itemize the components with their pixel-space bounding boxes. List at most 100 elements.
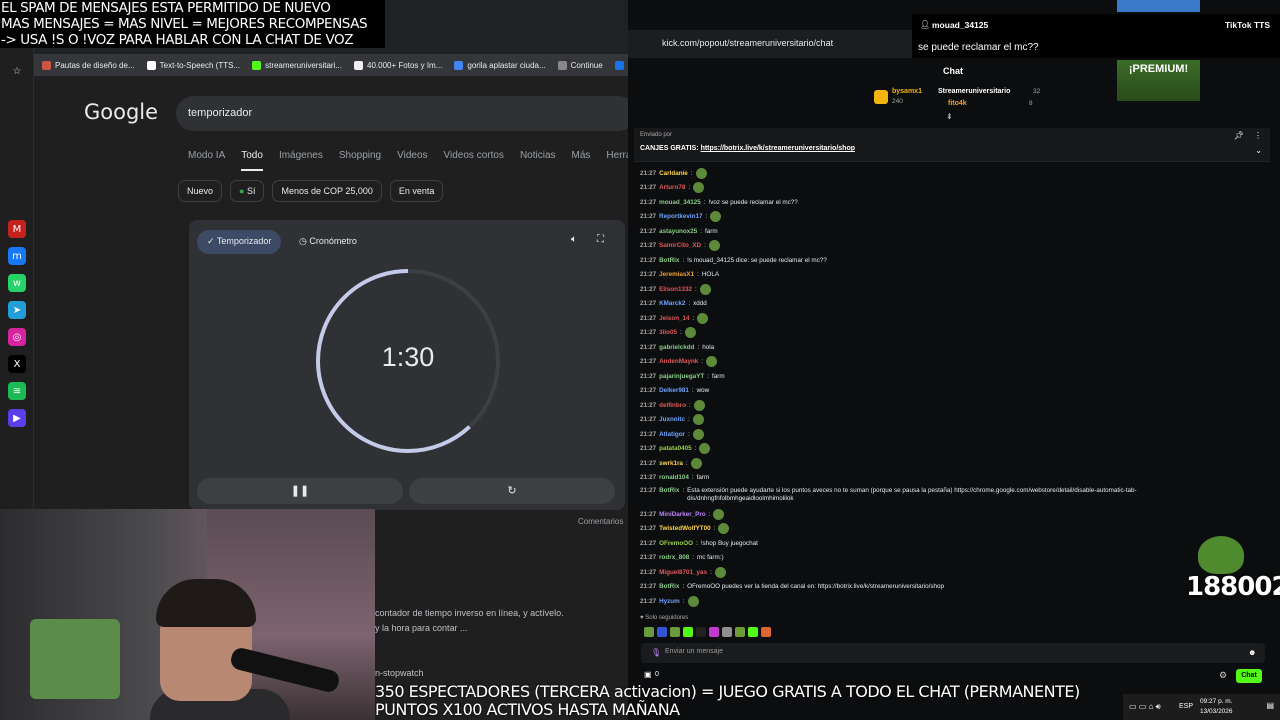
leader-name[interactable]: fito4k [948, 100, 967, 107]
tab-all[interactable]: Todo [241, 150, 263, 171]
search-input[interactable]: temporizador [176, 96, 636, 131]
chat-message[interactable]: 21:27 JeremiasX1: HOLA [640, 268, 1230, 283]
chat-message[interactable]: 21:27 KMarck2: xddd [640, 297, 1230, 312]
tab-short-videos[interactable]: Videos cortos [444, 150, 504, 171]
message-user[interactable]: rodrx_808 [659, 554, 689, 561]
bookmark[interactable]: Text-to-Speech (TTS... [146, 60, 240, 70]
message-user[interactable]: TwistedWolfYT00 [659, 525, 711, 532]
telegram-icon[interactable]: ➤ [8, 301, 26, 319]
chat-message[interactable]: 21:27 TwistedWolfYT00: [640, 522, 1230, 537]
chat-message[interactable]: 21:27 MiniDarker_Pro: [640, 507, 1230, 522]
pause-button[interactable]: ❚❚ [197, 478, 403, 504]
star-icon[interactable]: ☆ [8, 62, 26, 80]
chat-message[interactable]: 21:27 ronald104: farm [640, 471, 1230, 486]
chat-message[interactable]: 21:27 Carldanie: [640, 166, 1230, 181]
tab-ai-mode[interactable]: Modo IA [188, 150, 225, 171]
pinned-link[interactable]: https://botrix.live/k/streameruniversita… [701, 145, 855, 152]
reset-button[interactable]: ↻ [409, 478, 615, 504]
emoji-icon[interactable]: ☻ [1248, 648, 1256, 657]
language-indicator[interactable]: ESP [1179, 703, 1193, 710]
chip-price[interactable]: Menos de COP 25,000 [272, 180, 382, 202]
message-user[interactable]: MiniDarker_Pro [659, 511, 706, 518]
sound-icon[interactable]: 🔈︎ [571, 234, 577, 245]
emote[interactable] [709, 627, 719, 637]
tab-images[interactable]: Imágenes [279, 150, 323, 171]
spotify-icon[interactable]: ≋ [8, 382, 26, 400]
bookmark[interactable]: g_10 [614, 60, 628, 70]
emote[interactable] [722, 627, 732, 637]
chat-message[interactable]: 21:27 Atlatigor: [640, 427, 1230, 442]
emote[interactable] [696, 627, 706, 637]
message-user[interactable]: JeremiasX1 [659, 271, 694, 278]
chat-message[interactable]: 21:27 SamirCito_XD: [640, 239, 1230, 254]
bookmark[interactable]: Continue [557, 60, 603, 70]
message-user[interactable]: Jeison_14 [659, 315, 689, 322]
chat-message[interactable]: 21:27 BotRix: OFremoOO puedes ver la tiend… [640, 580, 1230, 595]
message-user[interactable]: Deiker981 [659, 387, 689, 394]
message-user[interactable]: swrk1ra [659, 460, 683, 467]
instagram-icon[interactable]: ◎ [8, 328, 26, 346]
message-user[interactable]: Reportkevin17 [659, 213, 702, 220]
message-user[interactable]: 3ilo05 [659, 329, 677, 336]
message-user[interactable]: astayunox25 [659, 228, 697, 235]
emote[interactable] [761, 627, 771, 637]
tab-shopping[interactable]: Shopping [339, 150, 381, 171]
message-user[interactable]: Elison1332 [659, 286, 692, 293]
message-user[interactable]: Atlatigor [659, 431, 685, 438]
send-chat-button[interactable]: Chat [1236, 669, 1262, 683]
more-icon[interactable]: ⋮ [1254, 131, 1262, 140]
tab-news[interactable]: Noticias [520, 150, 556, 171]
url-text[interactable]: kick.com/popout/streameruniversitario/ch… [662, 38, 833, 48]
message-user[interactable]: pajarinjuegaYT [659, 373, 704, 380]
result-url[interactable]: n-stopwatch [375, 666, 628, 681]
chevron-down-icon[interactable]: ⌄ [1255, 146, 1262, 155]
messenger-icon[interactable]: m [8, 247, 26, 265]
emote[interactable] [644, 627, 654, 637]
bookmark[interactable]: 40.000+ Fotos y Im... [354, 60, 442, 70]
message-user[interactable]: mouad_34125 [659, 199, 701, 206]
chat-message[interactable]: 21:27 BotRix: !s mouad_34125 dice: se pued… [640, 253, 1230, 268]
chat-message[interactable]: 21:27 swrk1ra: [640, 456, 1230, 471]
chat-message[interactable]: 21:27 OFremoOO: !shop Buy juegochat [640, 536, 1230, 551]
message-user[interactable]: ronald104 [659, 474, 689, 481]
chat-message[interactable]: 21:27 Deiker981: wow [640, 384, 1230, 399]
mic-icon[interactable]: 🎙︎ [651, 648, 661, 657]
bookmark[interactable]: gorila aplastar ciuda... [454, 60, 546, 70]
gmail-icon[interactable]: M [8, 220, 26, 238]
expand-icon[interactable]: ⇟ [946, 112, 953, 121]
chat-message[interactable]: 21:27 AndenMaynk: [640, 355, 1230, 370]
message-user[interactable]: KMarck2 [659, 300, 685, 307]
chat-message[interactable]: 21:27 pajarinjuegaYT: farm [640, 369, 1230, 384]
leader-name[interactable]: bysamx1 [892, 88, 922, 95]
emote[interactable] [657, 627, 667, 637]
player-icon[interactable]: ▶ [8, 409, 26, 427]
message-user[interactable]: OFremoOO [659, 540, 693, 547]
emote[interactable] [735, 627, 745, 637]
chat-message[interactable]: 21:27 Jeison_14: [640, 311, 1230, 326]
message-user[interactable]: Miguel8701_yas [659, 569, 707, 576]
chat-message[interactable]: 21:27 patata0405: [640, 442, 1230, 457]
tab-videos[interactable]: Videos [397, 150, 427, 171]
emote[interactable] [683, 627, 693, 637]
feedback-link[interactable]: Comentarios [578, 517, 623, 526]
tab-timer[interactable]: ✓ Temporizador [197, 230, 282, 254]
chat-message[interactable]: 21:27 delfinbro: [640, 398, 1230, 413]
message-user[interactable]: BotRix [659, 487, 679, 495]
chat-message[interactable]: 21:27 3ilo05: [640, 326, 1230, 341]
chat-message[interactable]: 21:27 gabrielckdd: hola [640, 340, 1230, 355]
pin-icon[interactable]: 📌︎ [1234, 131, 1244, 140]
message-user[interactable]: patata0405 [659, 445, 692, 452]
google-logo[interactable]: Google [84, 100, 158, 124]
message-user[interactable]: delfinbro [659, 402, 686, 409]
leader-name[interactable]: Streameruniversitario [938, 88, 1010, 95]
bookmark[interactable]: streameruniversitari... [252, 60, 342, 70]
chat-message[interactable]: 21:27 BotRix: Esta extensión puede ayudart… [640, 485, 1230, 507]
clock[interactable]: 09:27 p. m. 13/03/2026 [1200, 697, 1233, 717]
message-user[interactable]: AndenMaynk [659, 358, 698, 365]
emote[interactable] [748, 627, 758, 637]
message-user[interactable]: BotRix [659, 583, 679, 590]
message-user[interactable]: BotRix [659, 257, 679, 264]
chat-message[interactable]: 21:27 Elison1332: [640, 282, 1230, 297]
chip-on-sale[interactable]: En venta [389, 180, 444, 202]
x-icon[interactable]: X [8, 355, 26, 373]
